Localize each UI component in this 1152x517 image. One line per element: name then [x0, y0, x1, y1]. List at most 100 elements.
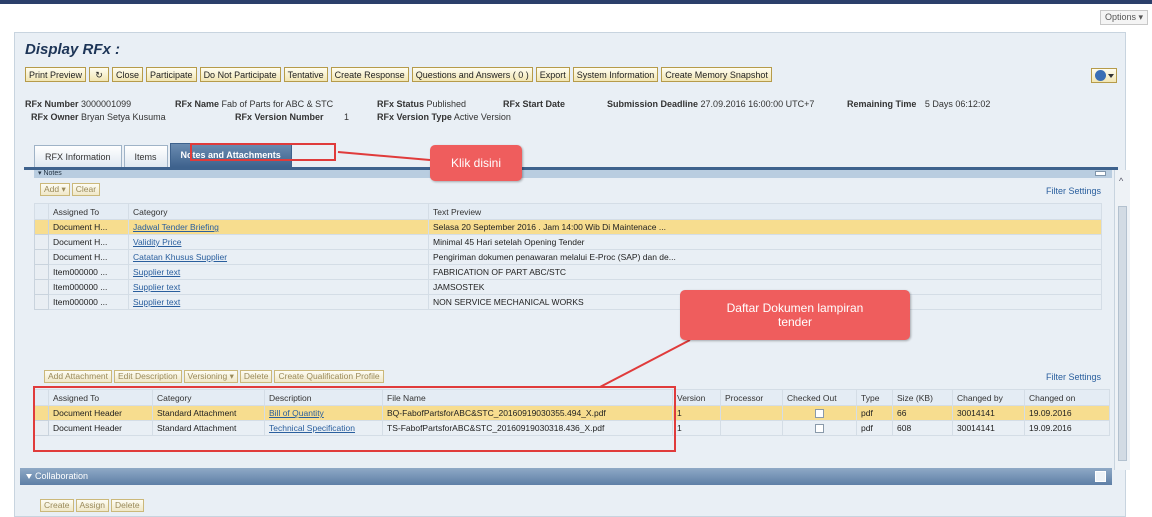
table-row[interactable]: Document H... Jadwal Tender Briefing Sel… — [34, 219, 1102, 235]
cell-type: pdf — [856, 405, 893, 421]
cell-text-preview: FABRICATION OF PART ABC/STC — [428, 264, 1102, 280]
row-selector[interactable] — [34, 219, 49, 235]
select-all-cell[interactable] — [34, 203, 49, 220]
row-selector[interactable] — [34, 249, 49, 265]
notes-section-header[interactable]: ▾ Notes — [34, 170, 1112, 178]
col-processor[interactable]: Processor — [720, 389, 783, 406]
close-button[interactable]: Close — [112, 67, 144, 82]
col-changed-by[interactable]: Changed by — [952, 389, 1025, 406]
tab-items[interactable]: Items — [123, 145, 168, 167]
checked-out-checkbox[interactable] — [815, 409, 824, 419]
table-row[interactable]: Item000000 ... Supplier text FABRICATION… — [34, 264, 1102, 280]
checked-out-checkbox[interactable] — [815, 424, 824, 434]
col-version[interactable]: Version — [672, 389, 721, 406]
add-note-button[interactable]: Add ▾ — [40, 183, 70, 196]
table-row[interactable]: Item000000 ... Supplier text JAMSOSTEK — [34, 279, 1102, 295]
help-icon — [1094, 70, 1106, 81]
cell-processor — [720, 405, 783, 421]
tab-highlight-box — [190, 143, 336, 161]
table-row[interactable]: Item000000 ... Supplier text NON SERVICE… — [34, 294, 1102, 310]
row-selector[interactable] — [34, 234, 49, 250]
submission-deadline-label: Submission Deadline — [607, 99, 699, 109]
notes-minimize-icon[interactable] — [1095, 171, 1106, 176]
col-assigned-to[interactable]: Assigned To — [48, 203, 129, 220]
row-selector[interactable] — [34, 264, 49, 280]
cell-assigned: Item000000 ... — [48, 294, 129, 310]
col-type[interactable]: Type — [856, 389, 893, 406]
collapse-icon[interactable] — [26, 474, 32, 480]
collaboration-minimize-icon[interactable] — [1095, 471, 1106, 482]
tentative-button[interactable]: Tentative — [283, 67, 328, 82]
clear-note-button[interactable]: Clear — [71, 183, 101, 196]
options-menu[interactable]: Options ▾ — [1099, 10, 1148, 25]
scroll-up-icon[interactable]: ^ — [1119, 176, 1123, 186]
row-selector[interactable] — [34, 279, 49, 295]
note-category-link[interactable]: Catatan Khusus Supplier — [133, 252, 227, 262]
cell-size: 608 — [892, 420, 953, 436]
create-qualification-profile-button[interactable]: Create Qualification Profile — [274, 370, 384, 383]
cell-version: 1 — [672, 420, 721, 436]
row-selector[interactable] — [34, 294, 49, 310]
note-category-link[interactable]: Jadwal Tender Briefing — [133, 222, 219, 232]
attachments-toolbar: Add Attachment Edit Description Versioni… — [44, 370, 384, 383]
cell-changed-by: 30014141 — [952, 420, 1025, 436]
versioning-button[interactable]: Versioning ▾ — [183, 370, 238, 383]
help-button[interactable] — [1091, 68, 1117, 83]
rfx-number: 3000001099 — [81, 99, 132, 109]
collab-delete-button[interactable]: Delete — [111, 499, 144, 512]
vertical-scrollbar[interactable]: ^ — [1114, 170, 1130, 470]
rfx-status-label: RFx Status — [377, 99, 425, 109]
toolbar: Print Preview ↻ Close Participate Do Not… — [25, 67, 772, 82]
note-category-link[interactable]: Supplier text — [133, 267, 180, 277]
note-category-link[interactable]: Supplier text — [133, 282, 180, 292]
attachments-filter-settings-link[interactable]: Filter Settings — [1046, 372, 1101, 382]
collaboration-toolbar: Create Assign Delete — [40, 499, 144, 512]
top-bar — [0, 0, 1152, 4]
rfx-version-number: 1 — [344, 112, 350, 122]
cell-processor — [720, 420, 783, 436]
create-response-button[interactable]: Create Response — [330, 67, 409, 82]
print-preview-button[interactable]: Print Preview — [25, 67, 87, 82]
submission-deadline: 27.09.2016 16:00:00 UTC+7 — [700, 99, 815, 109]
note-category-link[interactable]: Validity Price — [133, 237, 182, 247]
notes-table-header: Assigned To Category Text Preview — [34, 203, 1102, 220]
rfx-name: Fab of Parts for ABC & STC — [221, 99, 334, 109]
collaboration-title: Collaboration — [35, 471, 89, 481]
do-not-participate-button[interactable]: Do Not Participate — [199, 67, 281, 82]
tab-rfx-information[interactable]: RFX Information — [34, 145, 122, 167]
cell-text-preview: Selasa 20 September 2016 . Jam 14:00 Wib… — [428, 219, 1102, 235]
rfx-version-type: Active Version — [453, 112, 511, 122]
rfx-version-type-label: RFx Version Type — [377, 112, 452, 122]
col-category[interactable]: Category — [128, 203, 429, 220]
col-changed-on[interactable]: Changed on — [1024, 389, 1110, 406]
edit-description-button[interactable]: Edit Description — [114, 370, 182, 383]
delete-attachment-button[interactable]: Delete — [239, 370, 273, 383]
collab-assign-button[interactable]: Assign — [75, 499, 110, 512]
cell-text-preview: Pengiriman dokumen penawaran melalui E-P… — [428, 249, 1102, 265]
rfx-header-info: RFx Number 3000001099 RFx Name Fab of Pa… — [25, 99, 1115, 125]
document-list-callout: Daftar Dokumen lampiran tender — [680, 290, 910, 340]
collab-create-button[interactable]: Create — [40, 499, 74, 512]
table-row[interactable]: Document H... Validity Price Minimal 45 … — [34, 234, 1102, 250]
cell-assigned: Document H... — [48, 249, 129, 265]
export-button[interactable]: Export — [535, 67, 570, 82]
add-attachment-button[interactable]: Add Attachment — [44, 370, 113, 383]
collaboration-header[interactable]: Collaboration — [20, 468, 1112, 485]
participate-button[interactable]: Participate — [146, 67, 197, 82]
note-category-link[interactable]: Supplier text — [133, 297, 180, 307]
table-row[interactable]: Document H... Catatan Khusus Supplier Pe… — [34, 249, 1102, 265]
cell-assigned: Document H... — [48, 219, 129, 235]
col-text-preview[interactable]: Text Preview — [428, 203, 1102, 220]
col-checked-out[interactable]: Checked Out — [782, 389, 857, 406]
scrollbar-thumb[interactable] — [1118, 206, 1127, 461]
refresh-button[interactable]: ↻ — [89, 67, 110, 82]
cell-text-preview: Minimal 45 Hari setelah Opening Tender — [428, 234, 1102, 250]
col-size[interactable]: Size (KB) — [892, 389, 953, 406]
cell-type: pdf — [856, 420, 893, 436]
cell-changed-on: 19.09.2016 — [1024, 420, 1110, 436]
rfx-owner: Bryan Setya Kusuma — [81, 112, 166, 122]
system-information-button[interactable]: System Information — [572, 67, 659, 82]
create-memory-snapshot-button[interactable]: Create Memory Snapshot — [661, 67, 772, 82]
notes-filter-settings-link[interactable]: Filter Settings — [1046, 186, 1101, 196]
questions-answers-button[interactable]: Questions and Answers ( 0 ) — [411, 67, 533, 82]
